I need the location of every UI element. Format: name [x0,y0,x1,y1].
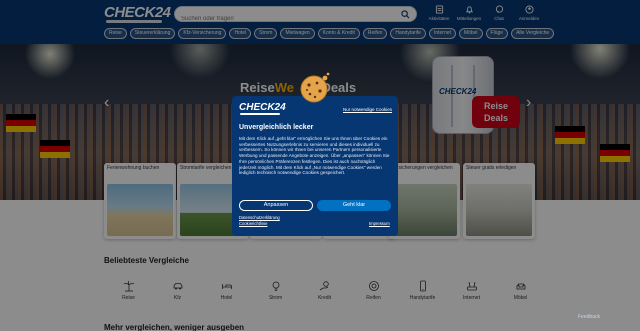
cookie-consent-dialog: CHECK24 Nur notwendige Cookies Unverglei… [232,96,398,236]
modal-logo-text: CHECK24 [239,102,286,113]
cookie-description: Mit dem Klick auf „geht klar" ermögliche… [239,136,390,176]
adjust-button[interactable]: Anpassen [239,200,313,211]
modal-logo-swoosh [240,113,280,115]
cookie-policy-link[interactable]: Cookierichtlinie [239,221,267,226]
privacy-policy-link[interactable]: Datenschutzerklärung [239,215,280,220]
only-necessary-cookies-link[interactable]: Nur notwendige Cookies [343,107,392,112]
accept-button[interactable]: Geht klar [317,200,391,211]
modal-logo: CHECK24 [239,102,286,115]
imprint-link[interactable]: Impressum [369,221,390,226]
cookie-title: Unvergleichlich lecker [239,124,314,131]
cookie-mascot-icon [300,72,330,103]
feedback-link[interactable]: Feedback [578,314,600,320]
